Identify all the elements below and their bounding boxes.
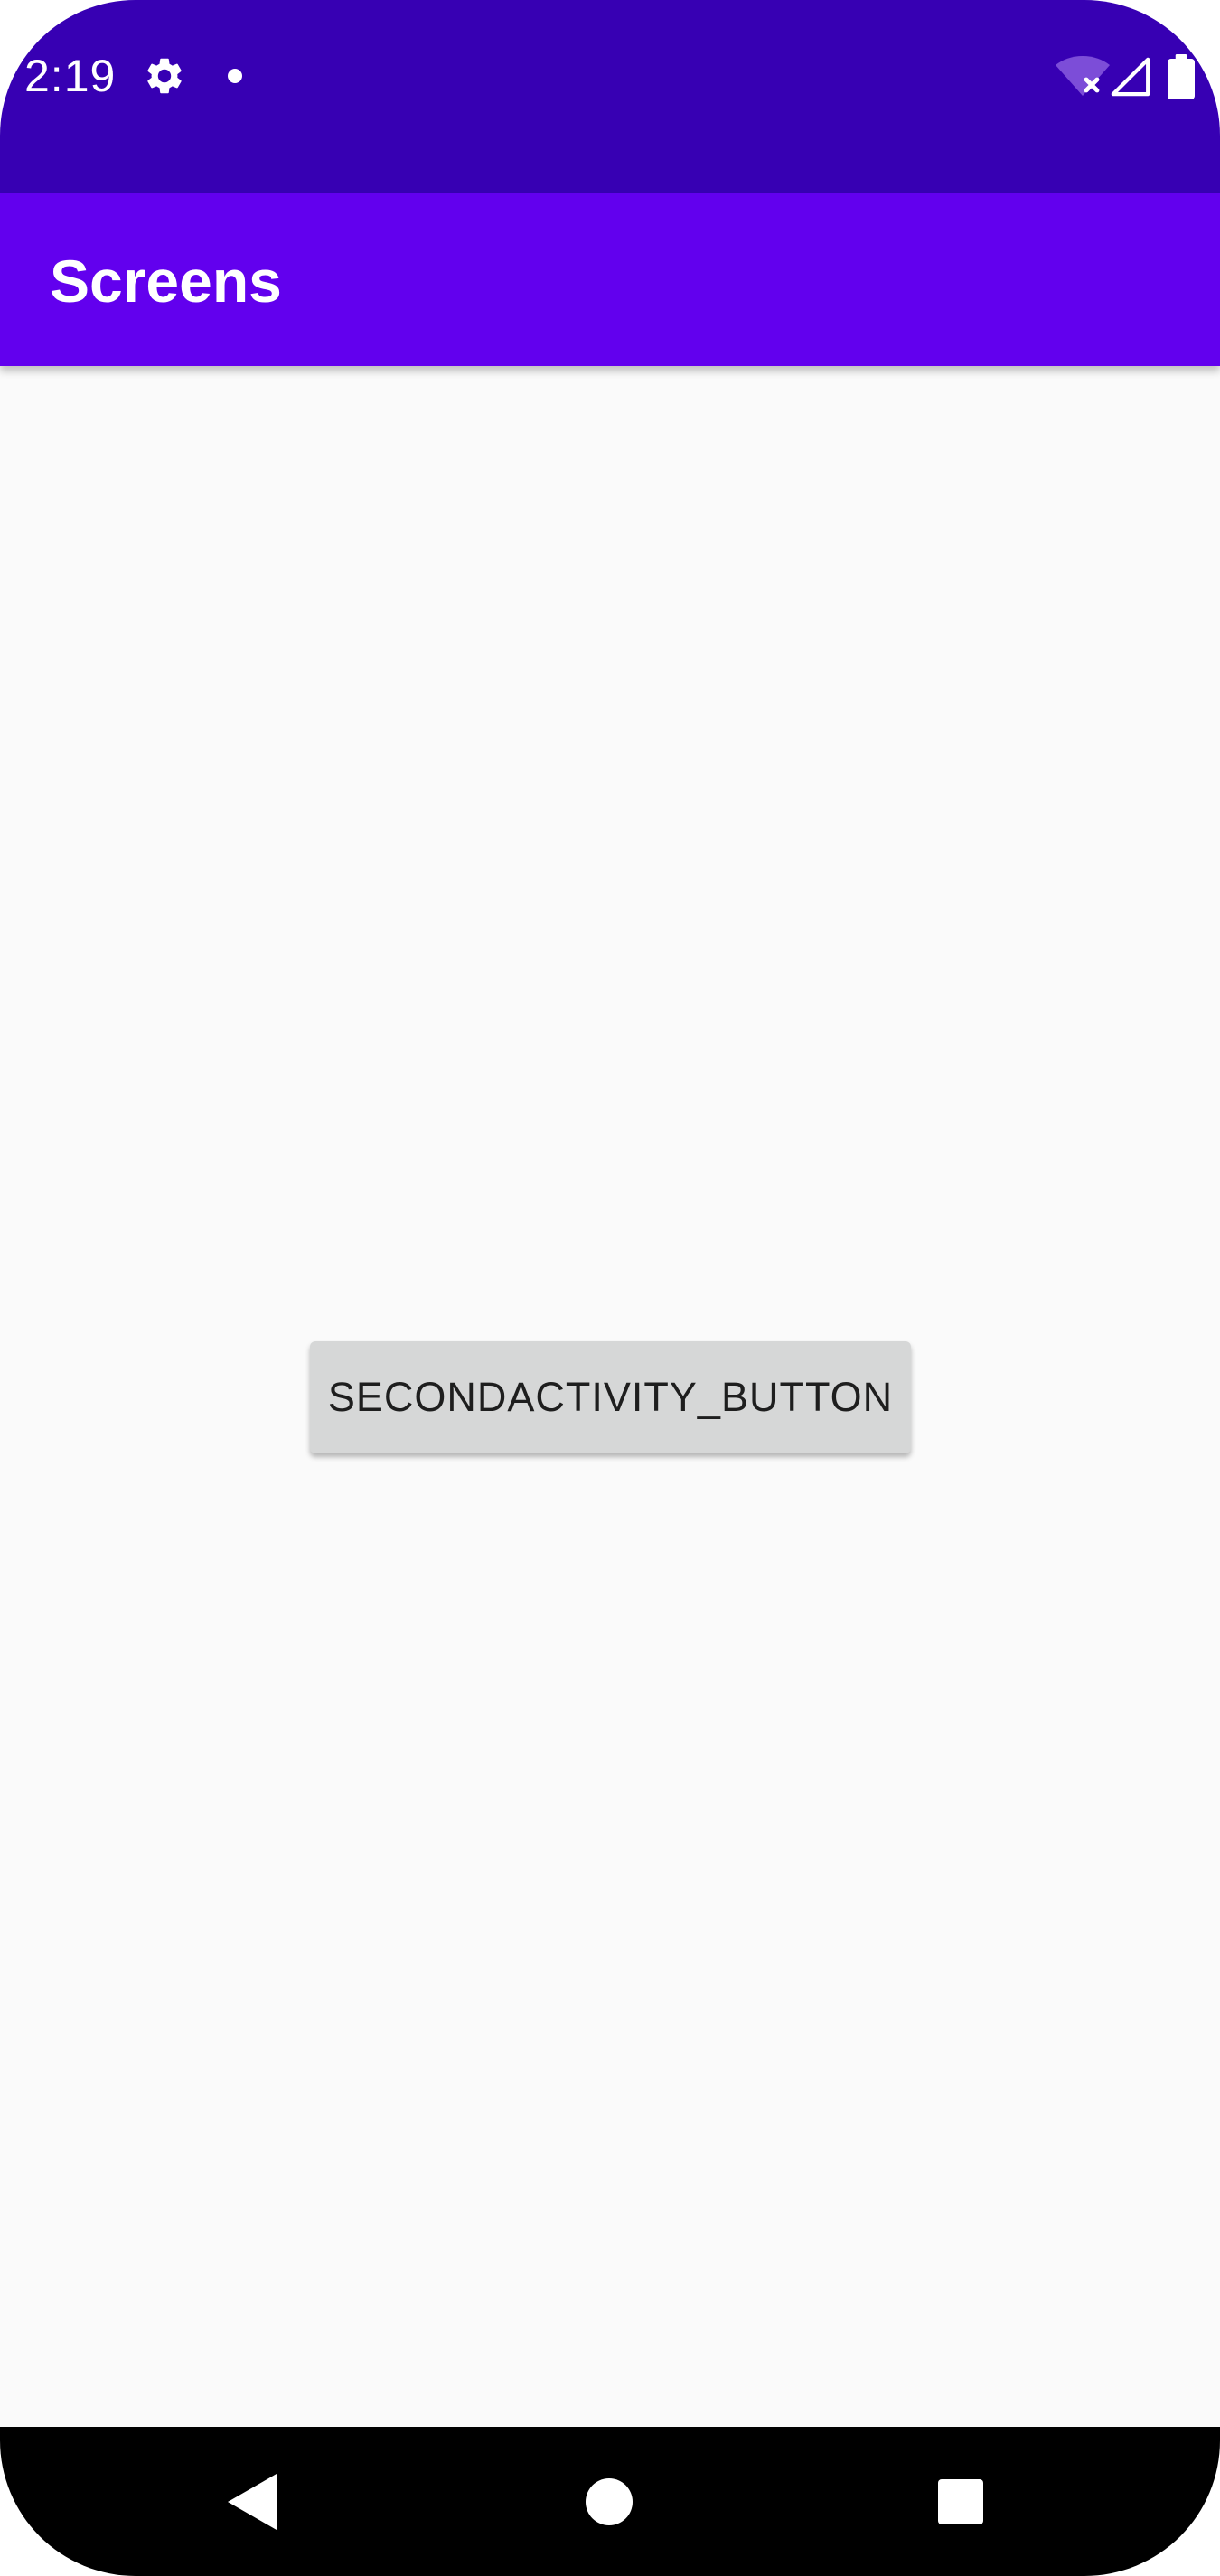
recents-icon[interactable]: [938, 2479, 983, 2524]
status-time: 2:19: [24, 51, 117, 101]
gear-icon: [147, 58, 182, 94]
home-icon[interactable]: [586, 2478, 633, 2525]
battery-icon: [1168, 54, 1195, 99]
cell-signal-icon: [1111, 57, 1150, 97]
app-title: Screens: [50, 248, 282, 315]
main-content: SECONDACTIVITY_BUTTON: [0, 366, 1220, 2427]
navigation-bar: [0, 2427, 1220, 2576]
app-bar: Screens: [0, 193, 1220, 366]
back-icon[interactable]: [228, 2474, 277, 2530]
phone-screen: 2:19 Screens SECONDACTIVITY_BUTTON: [0, 0, 1220, 2576]
wifi-off-icon: [1056, 56, 1110, 96]
status-bar: 2:19: [0, 0, 1220, 193]
second-activity-button[interactable]: SECONDACTIVITY_BUTTON: [310, 1341, 911, 1453]
notification-dot-icon: [228, 69, 242, 83]
